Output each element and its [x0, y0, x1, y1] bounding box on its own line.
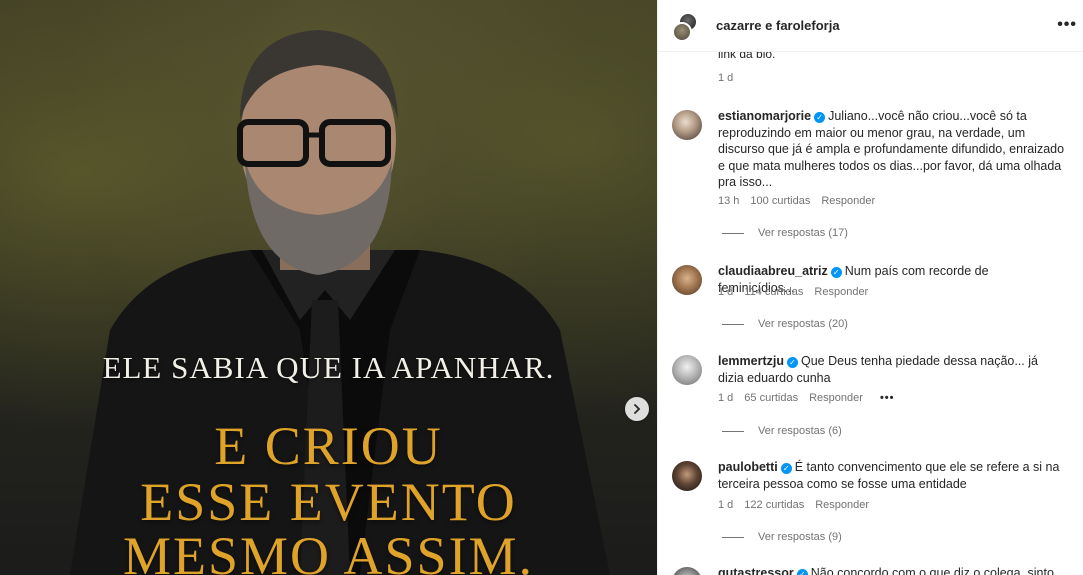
avatar-faroleforja	[672, 21, 692, 42]
avatar[interactable]	[672, 265, 702, 295]
verified-icon: ✓	[796, 569, 808, 575]
view-replies-button[interactable]: Ver respostas (20)	[722, 318, 848, 330]
verified-icon: ✓	[780, 463, 792, 474]
comment-meta: 1 d 122 curtidas Responder	[718, 499, 869, 511]
replies-divider	[722, 232, 744, 234]
reply-button[interactable]: Responder	[821, 195, 875, 207]
comment-body: paulobetti ✓ É tanto convencimento que ele…	[718, 459, 1066, 492]
comment-likes[interactable]: 65 curtidas	[744, 392, 798, 404]
slide-gold-line-3: MESMO ASSIM.	[122, 526, 535, 575]
avatar[interactable]	[672, 110, 702, 140]
view-replies-label: Ver respostas (20)	[758, 318, 848, 330]
comment-username[interactable]: paulobetti	[718, 460, 778, 474]
previous-comment-time[interactable]: 1 d	[718, 72, 733, 84]
verified-icon: ✓	[814, 112, 826, 123]
comment-body: lemmertzju ✓ Que Deus tenha piedade dessa …	[718, 353, 1066, 386]
comment-username[interactable]: gutastressor	[718, 566, 794, 575]
comment-likes[interactable]: 100 curtidas	[750, 195, 810, 207]
view-replies-label: Ver respostas (17)	[758, 227, 848, 239]
replies-divider	[722, 323, 744, 325]
post-header: cazarre e faroleforja •••	[658, 0, 1083, 52]
comment-likes[interactable]: 114 curtidas	[744, 286, 803, 298]
view-replies-button[interactable]: Ver respostas (9)	[722, 531, 842, 543]
post-author[interactable]: cazarre e faroleforja	[716, 18, 840, 33]
chevron-right-icon	[634, 404, 641, 414]
comment-time[interactable]: 1 d	[718, 392, 733, 404]
comment-meta: 1 d 114 curtidas Responder	[718, 286, 868, 298]
comments-panel: cazarre e faroleforja ••• link da bio. 1…	[657, 0, 1083, 575]
comment-list[interactable]: link da bio. 1 d estianomarjorie ✓ Juliano…	[658, 47, 1083, 575]
comment-body: estianomarjorie ✓ Juliano...você não criou…	[718, 108, 1066, 191]
avatar[interactable]	[672, 567, 702, 575]
comment-options-icon[interactable]: •••	[880, 392, 895, 404]
more-horizontal-icon[interactable]: •••	[1057, 16, 1077, 34]
comment-time[interactable]: 1 d	[718, 286, 733, 298]
comment-body: gutastressor ✓ Não concordo com o que diz …	[718, 565, 1083, 575]
reply-button[interactable]: Responder	[815, 499, 869, 511]
avatar[interactable]	[672, 461, 702, 491]
reply-button[interactable]: Responder	[809, 392, 863, 404]
comment-text: Não concordo com o que diz o colega, sin…	[810, 566, 1054, 575]
slide-headline: ELE SABIA QUE IA APANHAR.	[102, 350, 555, 385]
comment-username[interactable]: lemmertzju	[718, 354, 784, 368]
comment-time[interactable]: 13 h	[718, 195, 739, 207]
view-replies-label: Ver respostas (6)	[758, 425, 842, 437]
slide-gold-line-2: ESSE EVENTO	[140, 472, 517, 532]
collab-avatar[interactable]	[672, 11, 700, 42]
verified-icon: ✓	[787, 357, 798, 368]
verified-icon: ✓	[830, 267, 842, 278]
comment-time[interactable]: 1 d	[718, 499, 733, 511]
next-slide-button[interactable]	[625, 397, 649, 421]
comment-meta: 13 h 100 curtidas Responder	[718, 195, 875, 207]
view-replies-button[interactable]: Ver respostas (17)	[722, 227, 848, 239]
comment-meta: 1 d 65 curtidas Responder •••	[718, 392, 895, 404]
comment-username[interactable]: claudiaabreu_atriz	[718, 264, 828, 278]
replies-divider	[722, 536, 744, 538]
comment-likes[interactable]: 122 curtidas	[744, 499, 804, 511]
reply-button[interactable]: Responder	[814, 286, 868, 298]
avatar[interactable]	[672, 355, 702, 385]
view-replies-button[interactable]: Ver respostas (6)	[722, 425, 842, 437]
slide-gold-line-1: E CRIOU	[214, 416, 443, 476]
comment-username[interactable]: estianomarjorie	[718, 109, 811, 123]
replies-divider	[722, 430, 744, 432]
post-media[interactable]: ELE SABIA QUE IA APANHAR. E CRIOU ESSE E…	[0, 0, 657, 575]
view-replies-label: Ver respostas (9)	[758, 531, 842, 543]
